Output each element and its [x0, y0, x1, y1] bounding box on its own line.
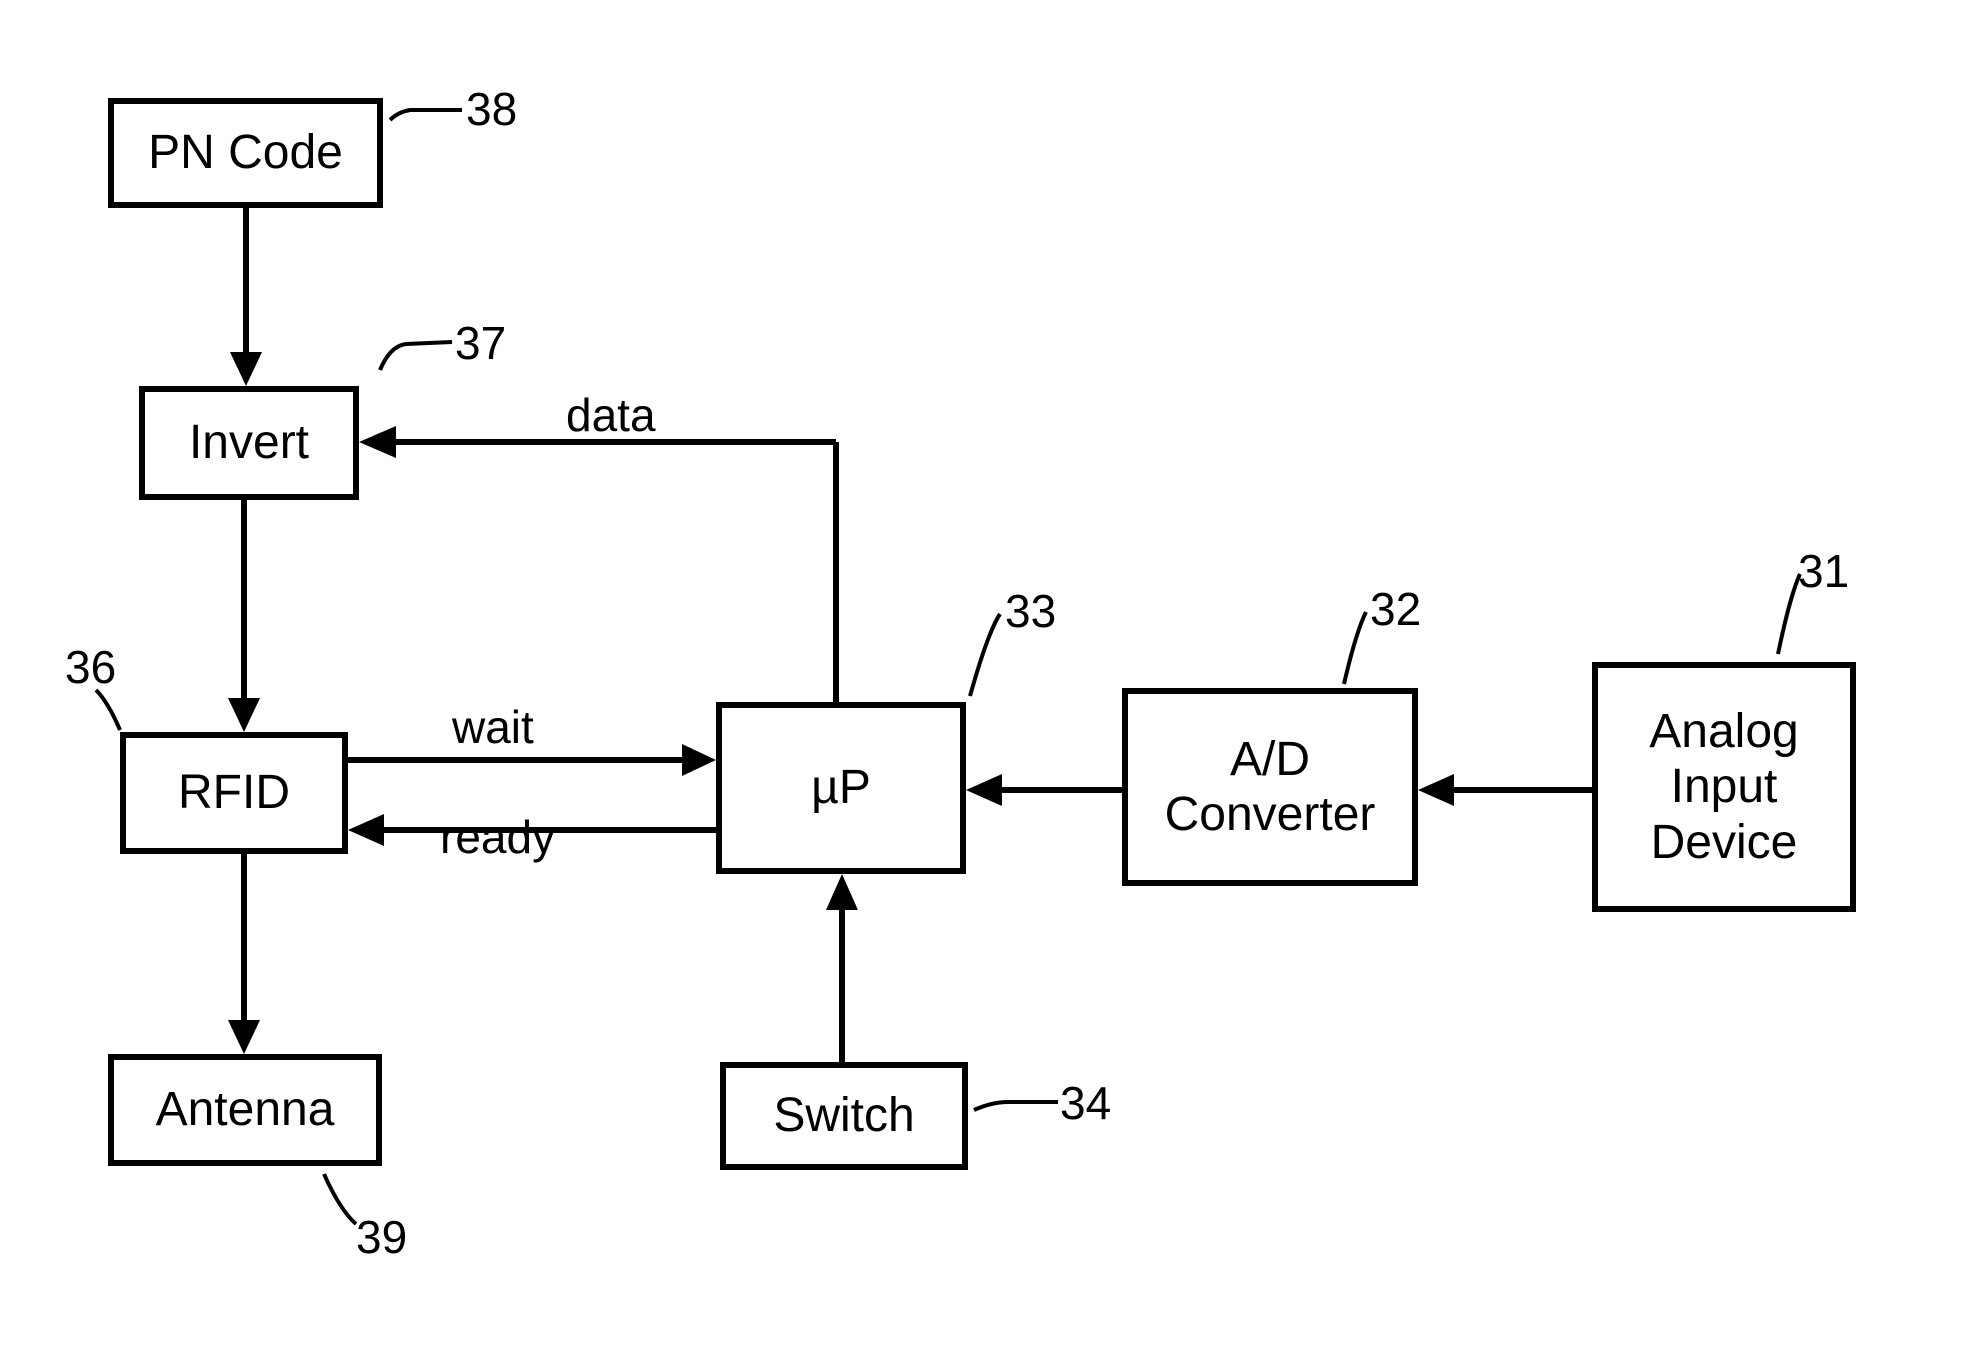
block-analog-input: Analog Input Device — [1592, 662, 1856, 912]
block-label: PN Code — [148, 125, 343, 180]
label-data: data — [566, 388, 656, 442]
ref-analog: 31 — [1798, 544, 1849, 598]
block-switch: Switch — [720, 1062, 968, 1170]
block-label: Analog Input Device — [1649, 704, 1798, 870]
block-label: Switch — [773, 1088, 914, 1143]
label-ready: ready — [440, 810, 555, 864]
ref-pn-code: 38 — [466, 82, 517, 136]
block-label: A/D Converter — [1165, 732, 1376, 842]
block-label: µP — [811, 760, 871, 815]
ref-rfid: 36 — [65, 640, 116, 694]
block-label: Antenna — [156, 1082, 335, 1137]
block-invert: Invert — [139, 386, 359, 500]
label-wait: wait — [452, 700, 534, 754]
block-label: Invert — [189, 415, 309, 470]
ref-antenna: 39 — [356, 1210, 407, 1264]
block-mu-p: µP — [716, 702, 966, 874]
block-rfid: RFID — [120, 732, 348, 854]
ref-invert: 37 — [455, 316, 506, 370]
block-pn-code: PN Code — [108, 98, 383, 208]
block-label: RFID — [178, 765, 290, 820]
block-antenna: Antenna — [108, 1054, 382, 1166]
block-adc: A/D Converter — [1122, 688, 1418, 886]
ref-switch: 34 — [1060, 1076, 1111, 1130]
ref-mu-p: 33 — [1005, 584, 1056, 638]
ref-adc: 32 — [1370, 582, 1421, 636]
